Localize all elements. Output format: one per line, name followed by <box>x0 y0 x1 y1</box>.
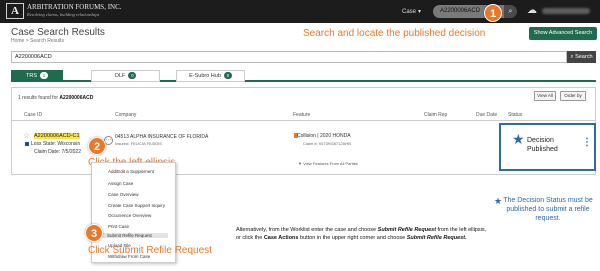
menu-item-create-case-support-inquiry[interactable]: Create Case Support Inquiry <box>108 203 165 208</box>
tab-count-badge: 1 <box>40 72 48 80</box>
logo-mark: A <box>6 3 24 19</box>
note-emphasis: Case Actions <box>263 234 299 241</box>
insured-name: Insured: FELICIA FILBOIS <box>115 141 162 146</box>
logo-tagline: Resolving claims, building relationships <box>27 12 100 17</box>
callout-text-1: Search and locate the published decision <box>303 28 486 39</box>
menu-item-add-edit-supplement[interactable]: Add/Edit a Supplement <box>108 169 154 174</box>
search-button[interactable]: ⌕ Search <box>567 51 596 63</box>
view-features-label: View Features From All Parties <box>303 161 358 166</box>
results-count: 1 results found for A2200006ACD <box>18 95 93 101</box>
tab-label: E-Subro Hub <box>189 73 221 79</box>
callout-number-1: 1 <box>484 4 502 22</box>
loss-state-text: Loss State: Wisconsin <box>31 141 81 147</box>
cloud-icon[interactable]: ☁ <box>525 5 539 17</box>
logo-name: ARBITRATION FORUMS, INC. <box>27 3 122 11</box>
feature-claim-number: Claim #: 9473HG8712AHB <box>303 141 351 146</box>
row-actions-kebab-icon[interactable]: ⋮ <box>582 138 592 148</box>
menu-item-submit-refile-request[interactable]: Submit Refile Request <box>98 233 168 238</box>
breadcrumb[interactable]: Home > Search Results <box>11 38 64 44</box>
note-text: Alternatively, from the Worklist enter t… <box>236 227 378 233</box>
square-icon <box>25 141 29 146</box>
note-text: button in the upper right corner and cho… <box>298 234 407 241</box>
search-type-select[interactable]: Case ▾ <box>402 5 432 18</box>
show-advanced-search-button[interactable]: Show Advanced Search <box>529 27 597 40</box>
note-emphasis: Submit Refile Request. <box>406 234 467 241</box>
column-header-status: Status <box>508 112 523 118</box>
order-by-button[interactable]: Order by <box>560 91 586 101</box>
case-search-input[interactable]: A2200006ACD <box>11 51 567 63</box>
tab-trs[interactable]: TRS 1 <box>11 70 63 82</box>
callout-text-3: Click Submit Refile Request <box>88 245 212 256</box>
tab-bar: TRS 1 OLF 0 E-Subro Hub 0 <box>11 70 596 82</box>
logo-text: ARBITRATION FORUMS, INC. Resolving claim… <box>27 3 122 19</box>
column-header-feature: Feature <box>293 112 311 118</box>
column-header-company: Company <box>115 112 137 118</box>
column-header-due-date: Due Date <box>476 112 498 118</box>
view-features-link[interactable]: ▼ View Features From All Parties <box>298 161 358 166</box>
view-all-button[interactable]: View All <box>534 91 556 101</box>
logo[interactable]: A ARBITRATION FORUMS, INC. Resolving cla… <box>6 3 122 19</box>
tab-count-badge: 0 <box>223 72 232 80</box>
tab-count-badge: 0 <box>128 72 137 80</box>
star-icon: ★ <box>494 196 503 206</box>
claim-date: Claim Date: 7/5/2022 <box>34 149 81 155</box>
divider <box>11 120 596 121</box>
search-button-label: Search <box>575 54 593 60</box>
status-text: Decision Published <box>527 137 558 153</box>
search-icon[interactable]: ⌕ <box>504 5 517 18</box>
column-header-claim-rep: Claim Rep <box>424 112 448 118</box>
loss-state: Loss State: Wisconsin <box>25 141 80 147</box>
results-count-query: A2200006ACD <box>59 95 94 101</box>
menu-item-case-overview[interactable]: Case Overview <box>108 192 139 197</box>
alternative-instruction-note: Alternatively, from the Worklist enter t… <box>236 227 490 242</box>
menu-item-print-case[interactable]: Print Case <box>108 224 129 229</box>
caret-down-icon: ▾ <box>418 9 422 15</box>
menu-item-occurrence-overview[interactable]: Occurrence Overview <box>108 213 151 218</box>
note-emphasis: Submit Refile Request <box>377 227 437 233</box>
tab-olf[interactable]: OLF 0 <box>91 70 160 82</box>
feature-text: Collision | 2020 HONDA <box>297 133 351 139</box>
status-requirement-note: The Decision Status must be published to… <box>503 197 593 222</box>
tab-e-subro-hub[interactable]: E-Subro Hub 0 <box>176 70 245 82</box>
tab-label: TRS <box>26 73 37 79</box>
tab-label: OLF <box>114 73 126 79</box>
user-menu[interactable] <box>542 8 590 14</box>
callout-number-3: 3 <box>85 224 103 242</box>
star-icon: ★ <box>512 131 525 147</box>
search-type-label: Case <box>402 8 417 15</box>
page-title: Case Search Results <box>11 27 105 38</box>
case-id-link[interactable]: A2200006ACD-C1 <box>34 133 80 139</box>
callout-number-2: 2 <box>88 137 106 155</box>
company-name: 04513 ALPHA INSURANCE OF FLORIDA <box>115 134 209 140</box>
star-icon[interactable]: ☆ <box>23 131 30 140</box>
column-header-case-id: Case ID <box>24 112 43 118</box>
results-count-prefix: 1 results found for <box>18 95 59 101</box>
menu-item-assign-case[interactable]: Assign Case <box>108 181 133 186</box>
